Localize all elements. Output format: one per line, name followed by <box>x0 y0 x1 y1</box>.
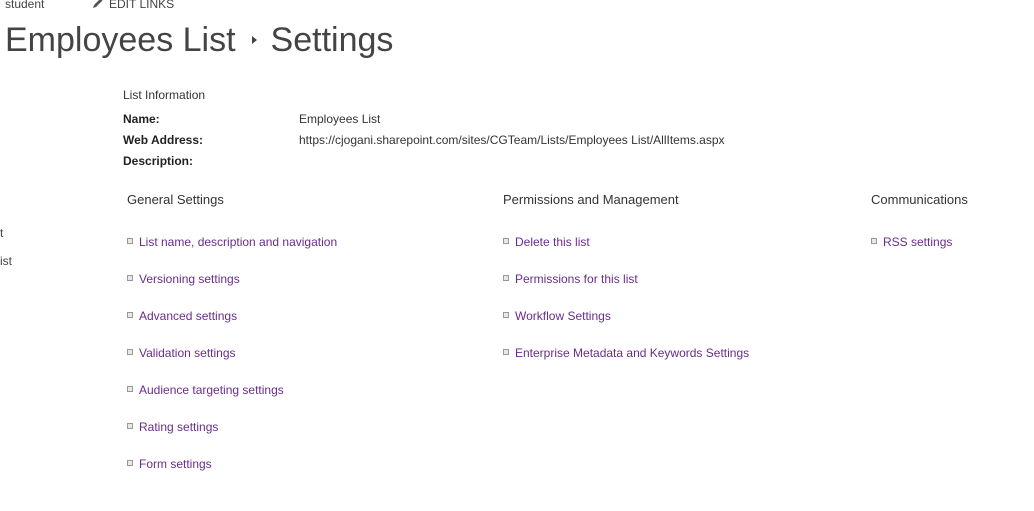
edit-links-button[interactable]: EDIT LINKS <box>92 0 174 11</box>
site-link-student[interactable]: student <box>5 0 44 11</box>
info-row-address: Web Address: https://cjogani.sharepoint.… <box>123 130 725 151</box>
communications-heading: Communications <box>871 192 968 207</box>
list-item: Enterprise Metadata and Keywords Setting… <box>503 346 749 383</box>
bullet-icon <box>503 275 509 281</box>
name-value: Employees List <box>299 112 381 126</box>
link-delete-this-list[interactable]: Delete this list <box>515 235 590 249</box>
bullet-icon <box>127 275 133 281</box>
link-validation-settings[interactable]: Validation settings <box>139 346 236 360</box>
general-settings-list: List name, description and navigation Ve… <box>127 235 337 494</box>
communications-list: RSS settings <box>871 235 968 272</box>
general-settings-section: General Settings List name, description … <box>127 192 337 494</box>
info-row-name: Name: Employees List <box>123 109 380 130</box>
permissions-management-list: Delete this list Permissions for this li… <box>503 235 749 383</box>
link-permissions-for-this-list[interactable]: Permissions for this list <box>515 272 638 286</box>
bullet-icon <box>503 238 509 244</box>
permissions-management-heading: Permissions and Management <box>503 192 679 207</box>
bullet-icon <box>871 238 877 244</box>
communications-section: Communications RSS settings <box>871 192 968 272</box>
permissions-management-section: Permissions and Management Delete this l… <box>503 192 749 383</box>
general-settings-heading: General Settings <box>127 192 224 207</box>
list-item: Workflow Settings <box>503 309 749 346</box>
link-form-settings[interactable]: Form settings <box>139 457 212 471</box>
bullet-icon <box>127 349 133 355</box>
link-versioning-settings[interactable]: Versioning settings <box>139 272 240 286</box>
list-item: Validation settings <box>127 346 337 383</box>
link-audience-targeting-settings[interactable]: Audience targeting settings <box>139 383 284 397</box>
info-row-description: Description: <box>123 151 205 172</box>
list-item: Advanced settings <box>127 309 337 346</box>
bullet-icon <box>127 460 133 466</box>
list-item: Permissions for this list <box>503 272 749 309</box>
list-item: Audience targeting settings <box>127 383 337 420</box>
bullet-icon <box>503 312 509 318</box>
description-label: Description: <box>123 154 194 168</box>
bullet-icon <box>127 386 133 392</box>
bullet-icon <box>127 238 133 244</box>
breadcrumb-arrow-icon <box>251 36 257 44</box>
left-nav-item-1[interactable]: t <box>0 226 3 240</box>
list-item: Form settings <box>127 457 337 494</box>
list-information: List Information Name: Employees List We… <box>123 88 725 172</box>
address-value: https://cjogani.sharepoint.com/sites/CGT… <box>299 133 725 147</box>
list-item: Rating settings <box>127 420 337 457</box>
left-nav-item-2[interactable]: ist <box>0 254 12 268</box>
list-item: RSS settings <box>871 235 968 272</box>
address-label: Web Address: <box>123 133 204 147</box>
title-list-link[interactable]: Employees List <box>5 21 236 59</box>
link-advanced-settings[interactable]: Advanced settings <box>139 309 237 323</box>
pencil-icon <box>93 0 103 8</box>
link-enterprise-metadata-keywords[interactable]: Enterprise Metadata and Keywords Setting… <box>515 346 749 360</box>
list-item: Versioning settings <box>127 272 337 309</box>
list-info-heading: List Information <box>123 88 206 102</box>
list-item: List name, description and navigation <box>127 235 337 272</box>
edit-links-label: EDIT LINKS <box>109 0 175 11</box>
bullet-icon <box>503 349 509 355</box>
bullet-icon <box>127 423 133 429</box>
list-item: Delete this list <box>503 235 749 272</box>
link-list-name-description-navigation[interactable]: List name, description and navigation <box>139 235 337 249</box>
bullet-icon <box>127 312 133 318</box>
name-label: Name: <box>123 112 160 126</box>
title-page: Settings <box>270 21 394 59</box>
link-rss-settings[interactable]: RSS settings <box>883 235 952 249</box>
link-workflow-settings[interactable]: Workflow Settings <box>515 309 611 323</box>
page-title: Employees List Settings <box>5 18 393 62</box>
link-rating-settings[interactable]: Rating settings <box>139 420 218 434</box>
